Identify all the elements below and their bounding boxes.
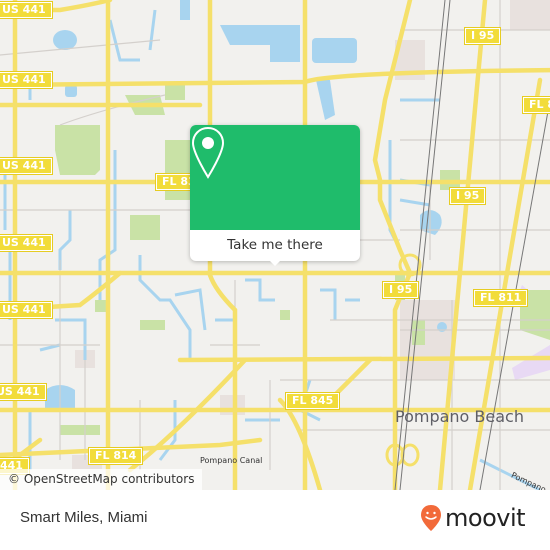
footer: Smart Miles, Miami moovit: [0, 490, 550, 550]
popup-header: [190, 125, 360, 230]
road-label-us441: US 441: [0, 1, 53, 19]
map-pin-icon: [191, 126, 225, 179]
road-label-us441: US 441: [0, 383, 47, 401]
road-label-i95: I 95: [463, 27, 502, 45]
moovit-smile-pin-icon: [421, 505, 441, 531]
take-me-there-button[interactable]: Take me there: [190, 230, 360, 261]
place-name: Smart Miles, Miami: [20, 509, 148, 526]
road-label-i95: I 95: [381, 281, 420, 299]
canal-label: Pompano Canal: [200, 456, 263, 465]
popup-tail: [268, 259, 282, 266]
road-label-us441: US 441: [0, 157, 53, 175]
moovit-wordmark: moovit: [445, 504, 526, 532]
map-attribution[interactable]: © OpenStreetMap contributors: [0, 469, 203, 490]
road-label-fl845: FL 845: [284, 392, 341, 410]
road-label-us441: US 441: [0, 71, 53, 89]
moovit-logo[interactable]: moovit: [420, 504, 526, 532]
road-label-fl8: FL 8: [521, 96, 550, 114]
location-popup: Take me there: [190, 125, 360, 266]
road-label-fl811: FL 811: [472, 289, 529, 307]
road-label-fl814: FL 814: [87, 447, 144, 465]
road-label-us441: US 441: [0, 301, 53, 319]
road-label-us441: US 441: [0, 234, 53, 252]
map[interactable]: US 441 US 441 US 441 US 441 US 441 US 44…: [0, 0, 550, 490]
city-label: Pompano Beach: [395, 407, 524, 426]
road-label-i95: I 95: [448, 187, 487, 205]
